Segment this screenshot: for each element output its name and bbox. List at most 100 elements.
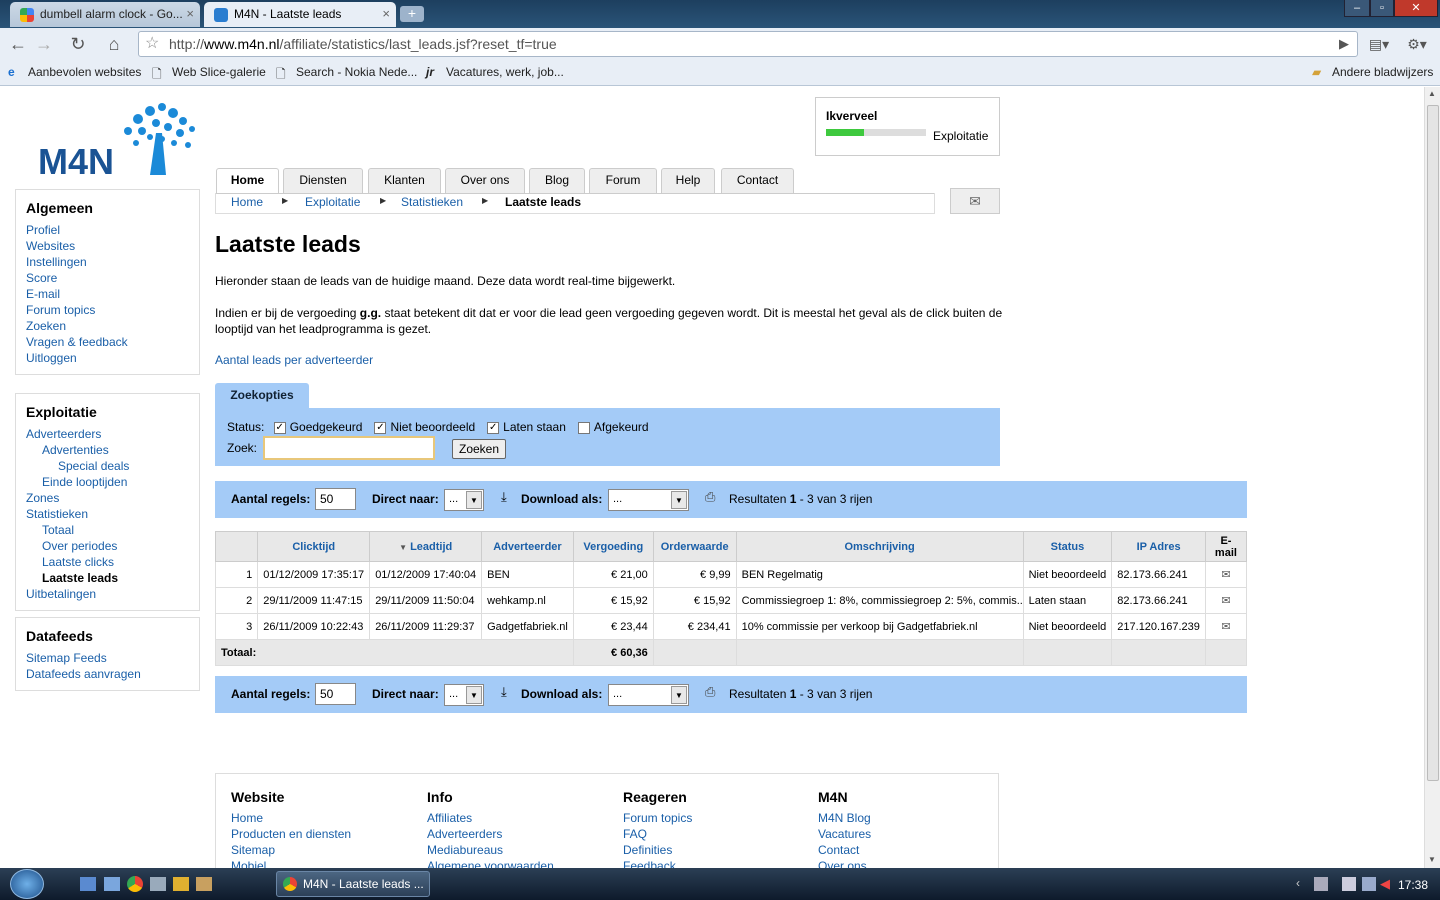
sidebar-item[interactable]: Over periodes <box>26 538 189 554</box>
status-option[interactable]: ✓ Laten staan <box>487 420 566 434</box>
sidebar-item[interactable]: Laatste clicks <box>26 554 189 570</box>
sidebar-item[interactable]: Vragen & feedback <box>26 334 189 350</box>
column-header[interactable]: Orderwaarde <box>652 531 737 562</box>
sidebar-item[interactable]: Statistieken <box>26 506 189 522</box>
m4n-logo[interactable]: M4N <box>38 101 203 182</box>
sidebar-item[interactable]: Score <box>26 270 189 286</box>
download-select[interactable]: ... ▼ <box>608 684 689 706</box>
footer-link[interactable]: Vacatures <box>818 826 1008 842</box>
bookmark-item[interactable]: 🗋 Web Slice-galerie <box>152 65 266 81</box>
direct-select[interactable]: ... ▼ <box>444 684 484 706</box>
sidebar-item[interactable]: Adverteerders <box>26 426 189 442</box>
nav-tab[interactable]: Blog <box>529 168 585 193</box>
status-option[interactable]: ✓ Niet beoordeeld <box>374 420 475 434</box>
close-tab-icon[interactable]: × <box>186 6 194 21</box>
checkbox[interactable]: ✓ <box>374 421 387 434</box>
sidebar-item[interactable]: Websites <box>26 238 189 254</box>
sidebar-item[interactable]: Totaal <box>26 522 189 538</box>
nav-tab[interactable]: Help <box>661 168 715 193</box>
footer-link[interactable]: Home <box>231 810 421 826</box>
nav-tab[interactable]: Over ons <box>445 168 525 193</box>
download-icon[interactable]: ⤓ <box>501 489 507 505</box>
status-option[interactable]: Afgekeurd <box>577 420 649 434</box>
close-tab-icon[interactable]: × <box>382 6 390 21</box>
sidebar-item[interactable]: Forum topics <box>26 302 189 318</box>
sidebar-item[interactable]: Zoeken <box>26 318 189 334</box>
star-icon[interactable]: ☆ <box>145 32 159 56</box>
column-header[interactable]: ▼ Leadtijd <box>369 531 483 562</box>
checkbox[interactable]: ✓ <box>273 421 286 434</box>
footer-link[interactable]: Producten en diensten <box>231 826 421 842</box>
breadcrumb-exploitatie[interactable]: Exploitatie <box>305 195 360 209</box>
sidebar-item[interactable]: Sitemap Feeds <box>26 650 189 666</box>
maximize-button[interactable]: ▫ <box>1370 0 1394 17</box>
media-icon[interactable] <box>173 877 189 891</box>
bookmark-item[interactable]: 🗋 Search - Nokia Nede... <box>276 65 417 81</box>
volume-muted-icon[interactable]: ◀ <box>1380 876 1390 892</box>
nav-tab[interactable]: Forum <box>589 168 657 193</box>
footer-link[interactable]: Sitemap <box>231 842 421 858</box>
tray-icon[interactable] <box>1342 877 1356 891</box>
zoeken-button[interactable]: Zoeken <box>452 439 506 459</box>
address-bar[interactable]: ☆ http://www.m4n.nl/affiliate/statistics… <box>138 31 1358 57</box>
mail-icon[interactable]: ✉ <box>950 188 1000 214</box>
footer-link[interactable]: Contact <box>818 842 1008 858</box>
column-header[interactable]: Clicktijd <box>257 531 371 562</box>
show-desktop-icon[interactable] <box>80 877 96 891</box>
page-scrollbar[interactable]: ▲ ▼ <box>1424 87 1440 868</box>
sidebar-item[interactable]: Advertenties <box>26 442 189 458</box>
footer-link[interactable]: M4N Blog <box>818 810 1008 826</box>
new-tab-button[interactable]: + <box>400 6 424 22</box>
back-button[interactable]: ← <box>6 32 30 56</box>
nav-tab[interactable]: Diensten <box>283 168 363 193</box>
footer-link[interactable]: Affiliates <box>427 810 617 826</box>
download-icon[interactable]: ⤓ <box>501 684 507 700</box>
direct-select[interactable]: ... ▼ <box>444 489 484 511</box>
footer-link[interactable]: Algemene voorwaarden <box>427 858 617 868</box>
column-header[interactable]: Vergoeding <box>572 531 654 562</box>
forward-button[interactable]: → <box>32 32 56 56</box>
download-select[interactable]: ... ▼ <box>608 489 689 511</box>
other-bookmarks[interactable]: ▰ Andere bladwijzers <box>1312 65 1433 79</box>
nav-tab[interactable]: Klanten <box>368 168 441 193</box>
browser-tab-active[interactable]: M4N - Laatste leads × <box>204 2 396 27</box>
explorer-icon[interactable] <box>104 877 120 891</box>
search-input[interactable] <box>263 436 435 460</box>
sidebar-item[interactable]: Einde looptijden <box>26 474 189 490</box>
sidebar-item[interactable]: E-mail <box>26 286 189 302</box>
status-option[interactable]: ✓ Goedgekeurd <box>273 420 362 434</box>
tab-zoekopties[interactable]: Zoekopties <box>215 383 309 408</box>
footer-link[interactable]: Definities <box>623 842 813 858</box>
play-icon[interactable]: ▶ <box>1332 32 1356 56</box>
tray-icon[interactable] <box>1314 877 1328 891</box>
sidebar-item[interactable]: Uitloggen <box>26 350 189 366</box>
column-header[interactable]: IP Adres <box>1111 531 1206 562</box>
print-icon[interactable]: ⎙ <box>705 489 715 505</box>
network-icon[interactable] <box>150 877 166 891</box>
bookmark-item[interactable]: e Aanbevolen websites <box>8 65 141 79</box>
taskbar-window-button[interactable]: M4N - Laatste leads ... <box>276 871 430 897</box>
scroll-down-icon[interactable]: ▼ <box>1428 855 1436 864</box>
minimize-button[interactable]: – <box>1344 0 1370 17</box>
email-icon[interactable]: ✉ <box>1204 613 1248 640</box>
network-tray-icon[interactable] <box>1362 877 1376 891</box>
checkbox[interactable] <box>577 421 590 434</box>
sidebar-item[interactable]: Zones <box>26 490 189 506</box>
print-icon[interactable]: ⎙ <box>705 684 715 700</box>
tray-expand-icon[interactable]: ‹ <box>1296 876 1300 890</box>
footer-link[interactable]: Feedback <box>623 858 813 868</box>
bookmark-item[interactable]: jr Vacatures, werk, job... <box>426 65 564 79</box>
leads-per-advertiser-link[interactable]: Aantal leads per adverteerder <box>215 353 373 367</box>
nav-tab[interactable]: Home <box>216 168 279 193</box>
footer-link[interactable]: Forum topics <box>623 810 813 826</box>
breadcrumb-home[interactable]: Home <box>231 195 263 209</box>
footer-link[interactable]: Mediabureaus <box>427 842 617 858</box>
rows-input[interactable] <box>315 488 356 510</box>
column-header[interactable]: Adverteerder <box>481 531 574 562</box>
rows-input[interactable] <box>315 683 356 705</box>
wrench-menu-icon[interactable]: ⚙▾ <box>1400 32 1434 56</box>
column-header[interactable]: Omschrijving <box>735 531 1024 562</box>
scroll-up-icon[interactable]: ▲ <box>1428 89 1436 98</box>
footer-link[interactable]: Adverteerders <box>427 826 617 842</box>
reload-button[interactable]: ↻ <box>66 32 90 56</box>
